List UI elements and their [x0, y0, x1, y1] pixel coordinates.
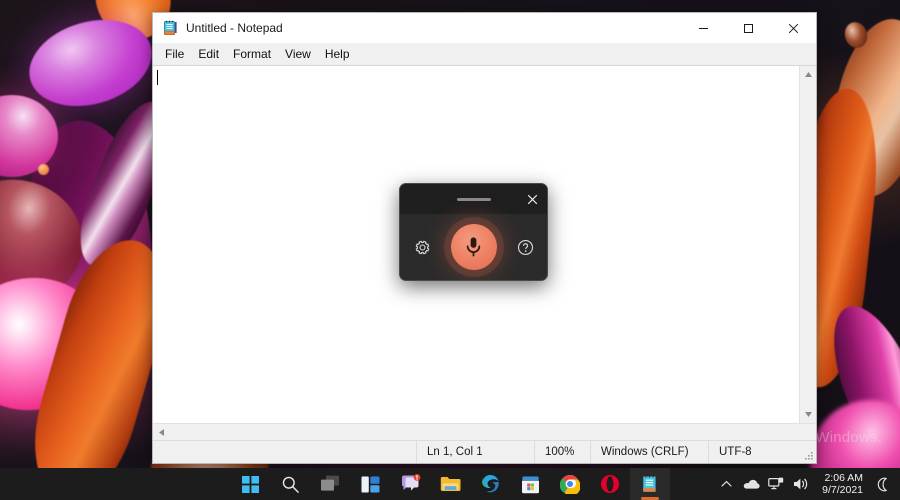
notepad-statusbar: Ln 1, Col 1 100% Windows (CRLF) UTF-8: [153, 440, 816, 463]
voice-panel-titlebar[interactable]: [400, 184, 547, 214]
moon-icon[interactable]: [870, 468, 894, 500]
status-encoding-label: UTF-8: [719, 446, 752, 458]
close-button[interactable]: [771, 13, 816, 43]
horizontal-scrollbar-row[interactable]: [153, 423, 816, 440]
maximize-button[interactable]: [726, 13, 771, 43]
help-circle-icon[interactable]: [512, 234, 538, 260]
taskbar-file-explorer-button[interactable]: [430, 468, 470, 500]
microphone-button[interactable]: [451, 224, 497, 270]
status-encoding: UTF-8: [708, 441, 816, 463]
taskbar-widgets-button[interactable]: [350, 468, 390, 500]
vertical-scrollbar[interactable]: [799, 66, 816, 423]
microsoft-edge-icon: [480, 474, 500, 494]
scroll-left-arrow-icon[interactable]: [153, 424, 170, 441]
microsoft-store-icon: [521, 475, 540, 494]
gear-icon[interactable]: [409, 234, 435, 260]
window-title: Untitled - Notepad: [186, 21, 681, 35]
system-tray[interactable]: 2:06 AM 9/7/2021: [714, 468, 894, 500]
menu-format[interactable]: Format: [226, 45, 278, 63]
windows-start-icon: [242, 476, 259, 493]
taskbar-search-button[interactable]: [270, 468, 310, 500]
notepad-menubar[interactable]: File Edit Format View Help: [153, 43, 816, 65]
taskbar-store-button[interactable]: [510, 468, 550, 500]
search-icon: [281, 475, 300, 494]
voice-panel-close-button[interactable]: [517, 184, 547, 214]
scroll-down-arrow-icon[interactable]: [800, 406, 817, 423]
taskbar-items: [230, 468, 670, 500]
desktop[interactable]: e Windows.: [0, 0, 900, 500]
resize-grip[interactable]: [805, 452, 814, 461]
cloud-icon[interactable]: [739, 468, 763, 500]
menu-help[interactable]: Help: [318, 45, 357, 63]
statusbar-spacer: [153, 441, 416, 463]
taskbar-notepad-button[interactable]: [630, 468, 670, 500]
wallpaper-dot-orange: [38, 164, 49, 175]
tray-date: 9/7/2021: [822, 484, 863, 496]
status-line-ending: Windows (CRLF): [590, 441, 708, 463]
opera-icon: [600, 474, 620, 494]
status-zoom-level[interactable]: 100%: [534, 441, 590, 463]
google-chrome-icon: [560, 474, 580, 494]
taskbar-start-button[interactable]: [230, 468, 270, 500]
text-caret: [157, 70, 158, 85]
chevron-up-icon[interactable]: [714, 468, 738, 500]
notepad-titlebar[interactable]: Untitled - Notepad: [153, 13, 816, 43]
tray-time: 2:06 AM: [824, 472, 863, 484]
clock-datetime[interactable]: 2:06 AM 9/7/2021: [814, 468, 869, 500]
taskbar[interactable]: 2:06 AM 9/7/2021: [0, 468, 900, 500]
speaker-icon[interactable]: [789, 468, 813, 500]
menu-edit[interactable]: Edit: [191, 45, 226, 63]
scrollbar-corner: [799, 424, 816, 440]
menu-view[interactable]: View: [278, 45, 318, 63]
task-view-icon: [320, 475, 340, 493]
taskbar-opera-button[interactable]: [590, 468, 630, 500]
taskbar-chrome-button[interactable]: [550, 468, 590, 500]
notepad-icon: [641, 475, 659, 494]
voice-panel-body: [400, 214, 547, 280]
status-cursor-position: Ln 1, Col 1: [416, 441, 534, 463]
network-icon[interactable]: [764, 468, 788, 500]
voice-typing-panel[interactable]: [399, 183, 548, 281]
scroll-up-arrow-icon[interactable]: [800, 66, 817, 83]
taskbar-task-view-button[interactable]: [310, 468, 350, 500]
notepad-icon: [162, 20, 178, 36]
taskbar-chat-button[interactable]: [390, 468, 430, 500]
minimize-button[interactable]: [681, 13, 726, 43]
folder-icon: [440, 475, 461, 493]
menu-file[interactable]: File: [158, 45, 191, 63]
teams-chat-icon: [400, 474, 421, 494]
widgets-icon: [361, 475, 380, 494]
drag-handle[interactable]: [457, 198, 491, 201]
microphone-icon: [465, 236, 482, 258]
horizontal-scrollbar[interactable]: [153, 424, 799, 440]
taskbar-edge-button[interactable]: [470, 468, 510, 500]
